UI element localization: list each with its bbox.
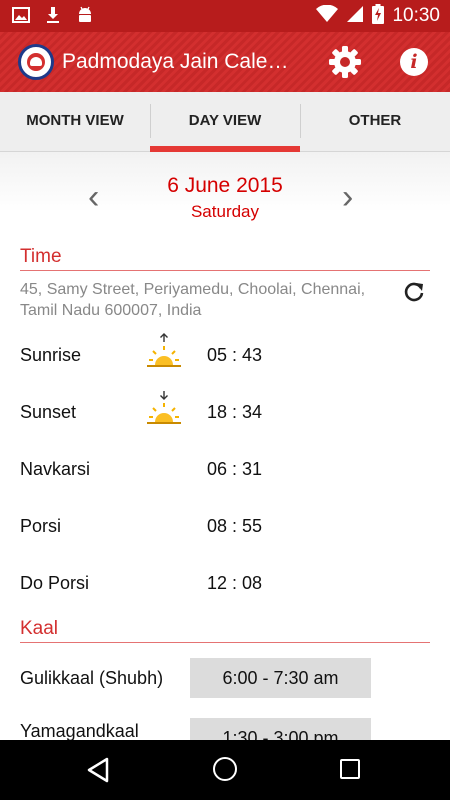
sunrise-icon [146,332,182,368]
next-day-chevron-icon[interactable]: › [342,180,353,214]
sunrise-time: 05 : 43 [207,345,263,365]
wifi-icon [316,4,339,28]
sunset-time: 18 : 34 [207,402,263,422]
sunset-icon [146,389,182,425]
image-icon [12,6,30,24]
gulikkaal-time: 6:00 - 7:30 am [190,658,371,698]
date-navigator: ‹ 6 June 2015 Saturday › [0,152,450,232]
android-icon [76,6,94,24]
kaal-section-divider [20,642,430,643]
porsi-time: 08 : 55 [207,516,263,536]
info-icon[interactable]: i [400,48,428,76]
current-date: 6 June 2015 [167,174,283,197]
sunset-label: Sunset [20,402,77,422]
tab-day-view[interactable]: DAY VIEW [150,92,300,152]
view-tabs: MONTH VIEW DAY VIEW OTHER [0,92,450,152]
system-nav-bar [0,740,450,800]
do-porsi-label: Do Porsi [20,573,90,593]
status-bar: 10:30 [0,0,450,32]
navkarsi-time: 06 : 31 [207,459,263,479]
porsi-label: Porsi [20,516,62,536]
home-icon[interactable] [213,757,237,781]
yamagandkaal-time: 1:30 - 3:00 pm [190,718,371,740]
sunrise-label: Sunrise [20,345,82,365]
app-title: Padmodaya Jain Cale… [62,50,289,73]
kaal-section-title: Kaal [20,618,59,639]
app-logo-icon [18,44,54,80]
app-bar: Padmodaya Jain Cale… i [0,32,450,92]
signal-icon [346,5,364,28]
time-section-divider [20,270,430,271]
navkarsi-label: Navkarsi [20,459,91,479]
settings-gear-icon[interactable] [328,45,362,79]
download-icon [44,6,62,24]
gulikkaal-label: Gulikkaal (Shubh) [20,668,164,688]
do-porsi-time: 12 : 08 [207,573,263,593]
status-time: 10:30 [392,5,440,26]
refresh-location-icon[interactable] [402,280,426,304]
battery-charging-icon [372,3,385,29]
day-view-content[interactable]: ‹ 6 June 2015 Saturday › Time 45, Samy S… [0,152,450,740]
location-address: 45, Samy Street, Periyamedu, Choolai, Ch… [20,281,366,319]
time-section-title: Time [20,246,62,267]
current-weekday: Saturday [190,202,260,221]
recent-apps-icon[interactable] [340,759,360,779]
tab-other[interactable]: OTHER [300,92,450,151]
yamagandkaal-label: Yamagandkaal [20,721,139,740]
back-icon[interactable] [86,757,110,788]
tab-month-view[interactable]: MONTH VIEW [0,92,150,151]
